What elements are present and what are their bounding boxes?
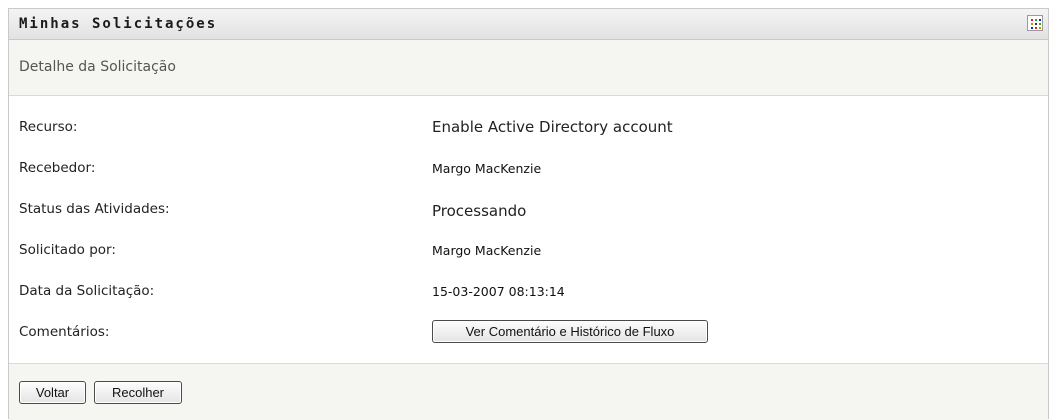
view-comment-history-button[interactable]: Ver Comentário e Histórico de Fluxo (432, 320, 708, 343)
retract-button[interactable]: Recolher (94, 381, 182, 404)
recipient-label: Recebedor: (19, 160, 96, 176)
back-button[interactable]: Voltar (19, 381, 86, 404)
requested-by-value: Margo MacKenzie (432, 243, 542, 258)
request-date-label: Data da Solicitação: (19, 283, 155, 299)
resource-value: Enable Active Directory account (432, 118, 673, 136)
my-requests-portlet: Minhas Solicitações Detalhe da Solicitaç… (8, 8, 1049, 420)
recipient-value: Margo MacKenzie (432, 161, 542, 176)
portlet-title: Minhas Solicitações (19, 16, 218, 32)
activity-status-label: Status das Atividades: (19, 201, 170, 217)
request-date-value: 15-03-2007 08:13:14 (432, 284, 565, 299)
grid-menu-icon[interactable] (1027, 15, 1043, 31)
section-title: Detalhe da Solicitação (19, 59, 176, 75)
portlet-titlebar: Minhas Solicitações (9, 9, 1048, 40)
resource-label: Recurso: (19, 119, 78, 135)
requested-by-label: Solicitado por: (19, 242, 116, 258)
section-header: Detalhe da Solicitação (9, 40, 1048, 96)
comments-label: Comentários: (19, 324, 110, 340)
action-footer: Voltar Recolher (9, 363, 1048, 420)
activity-status-value: Processando (432, 202, 527, 220)
